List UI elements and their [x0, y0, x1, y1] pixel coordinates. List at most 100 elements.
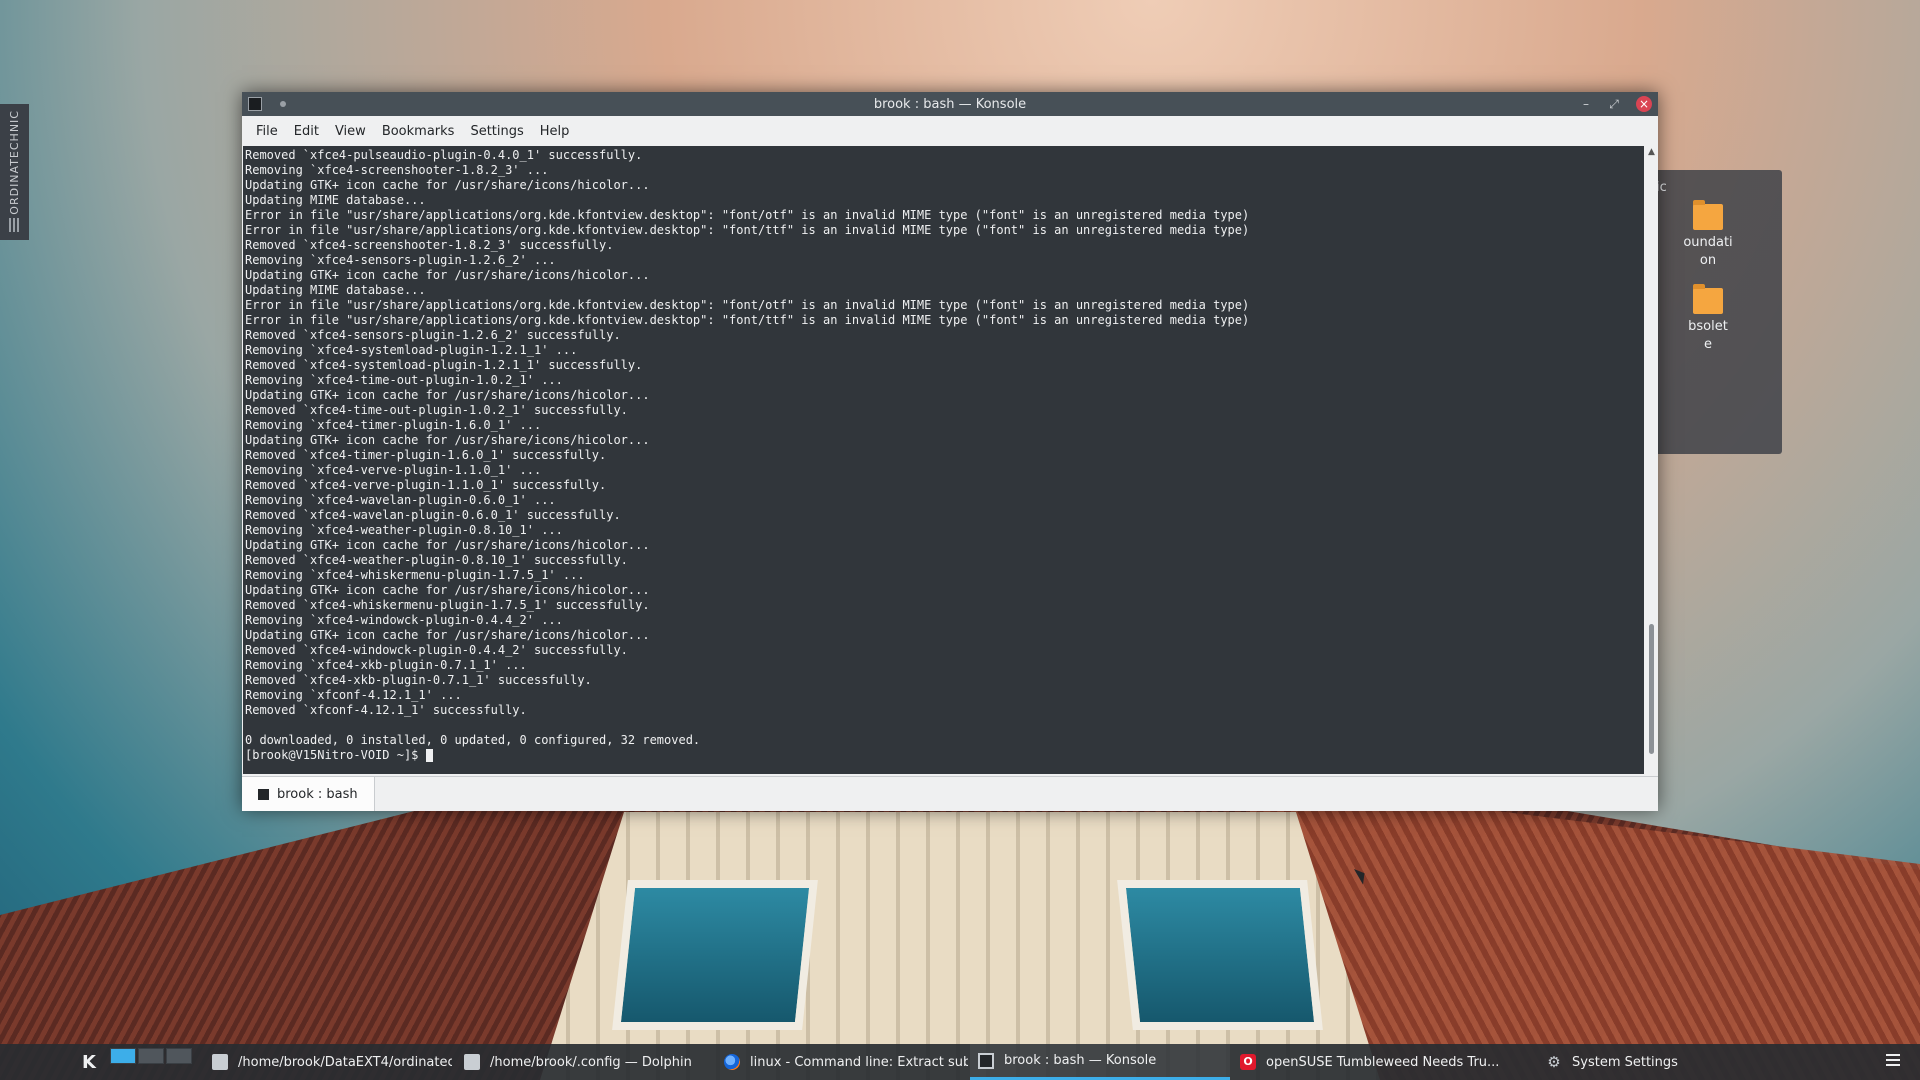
terminal-output[interactable]: Removed `xfce4-pulseaudio-plugin-0.4.0_1…	[243, 146, 1644, 774]
taskbar-task[interactable]: OopenSUSE Tumbleweed Needs Tru...	[1232, 1044, 1502, 1080]
terminal-line: Removing `xfce4-timer-plugin-1.6.0_1' ..…	[245, 418, 542, 432]
side-panel-tab[interactable]: ORDINATECHNIC	[0, 104, 29, 240]
folder-item[interactable]: bsolet e	[1658, 284, 1758, 354]
drag-handle-icon[interactable]	[8, 218, 21, 232]
terminal-line: Removed `xfce4-screenshooter-1.8.2_3' su…	[245, 238, 614, 252]
menu-help[interactable]: Help	[532, 124, 578, 139]
terminal-line: 0 downloaded, 0 installed, 0 updated, 0 …	[245, 733, 701, 747]
terminal-line: Removed `xfce4-xkb-plugin-0.7.1_1' succe…	[245, 673, 592, 687]
folder-icon	[1693, 200, 1723, 230]
menu-icon[interactable]	[1886, 1054, 1900, 1068]
terminal-line: Removed `xfce4-weather-plugin-0.8.10_1' …	[245, 553, 628, 567]
folder-label: on	[1699, 253, 1717, 268]
terminal-line: Error in file "usr/share/applications/or…	[245, 313, 1250, 327]
terminal-tab-icon	[258, 788, 269, 800]
terminal-line: Removed `xfce4-time-out-plugin-1.0.2_1' …	[245, 403, 628, 417]
terminal-line: Updating GTK+ icon cache for /usr/share/…	[245, 583, 650, 597]
terminal-line: Updating GTK+ icon cache for /usr/share/…	[245, 433, 650, 447]
tab-bar: brook : bash	[242, 776, 1658, 811]
taskbar-task-label: brook : bash — Konsole	[1004, 1053, 1157, 1068]
taskbar-task-label: openSUSE Tumbleweed Needs Tru...	[1266, 1054, 1500, 1070]
taskbar-task[interactable]: linux - Command line: Extract subs...	[716, 1044, 968, 1080]
terminal-line: Removed `xfce4-verve-plugin-1.1.0_1' suc…	[245, 478, 607, 492]
terminal-line: Removing `xfce4-sensors-plugin-1.2.6_2' …	[245, 253, 556, 267]
window-titlebar[interactable]: brook : bash — Konsole – ⤢ ×	[242, 92, 1658, 116]
scrollbar-thumb[interactable]	[1649, 624, 1654, 754]
terminal-icon	[978, 1052, 994, 1069]
terminal-line: Updating GTK+ icon cache for /usr/share/…	[245, 178, 650, 192]
terminal-line: Removing `xfce4-xkb-plugin-0.7.1_1' ...	[245, 658, 527, 672]
taskbar-task[interactable]: /home/brook/.config — Dolphin	[456, 1044, 706, 1080]
desktop-1[interactable]	[110, 1048, 136, 1064]
menu-edit[interactable]: Edit	[286, 124, 327, 139]
terminal-lines: Removed `xfce4-pulseaudio-plugin-0.4.0_1…	[243, 146, 1644, 763]
terminal-line: Removed `xfce4-timer-plugin-1.6.0_1' suc…	[245, 448, 607, 462]
terminal-app-icon[interactable]	[248, 97, 262, 111]
folder-item[interactable]: oundati on	[1658, 200, 1758, 270]
desktop-3[interactable]	[166, 1048, 192, 1064]
terminal-line: Updating GTK+ icon cache for /usr/share/…	[245, 628, 650, 642]
tab-brook-bash[interactable]: brook : bash	[242, 777, 375, 811]
side-panel-label: ORDINATECHNIC	[8, 110, 21, 215]
terminal-line: Removed `xfce4-windowck-plugin-0.4.4_2' …	[245, 643, 628, 657]
terminal-line: Updating GTK+ icon cache for /usr/share/…	[245, 388, 650, 402]
terminal-line: Removing `xfce4-screenshooter-1.8.2_3' .…	[245, 163, 549, 177]
terminal-line: Updating GTK+ icon cache for /usr/share/…	[245, 538, 650, 552]
taskbar: K /home/brook/DataEXT4/ordinatec... /home…	[0, 1044, 1920, 1080]
gear-icon: ⚙	[1547, 1053, 1561, 1071]
firefox-icon	[724, 1054, 740, 1070]
taskbar-task-label: /home/brook/DataEXT4/ordinatec...	[238, 1054, 452, 1070]
terminal-line: Error in file "usr/share/applications/or…	[245, 208, 1250, 222]
terminal-line: Removed `xfce4-systemload-plugin-1.2.1_1…	[245, 358, 643, 372]
folder-label: e	[1704, 337, 1712, 352]
tab-label: brook : bash	[277, 786, 358, 802]
terminal-line: Error in file "usr/share/applications/or…	[245, 298, 1250, 312]
terminal-line: Removing `xfce4-windowck-plugin-0.4.4_2'…	[245, 613, 563, 627]
window-title: brook : bash — Konsole	[873, 96, 1027, 112]
taskbar-task[interactable]: brook : bash — Konsole	[970, 1044, 1230, 1080]
pin-icon[interactable]	[280, 101, 286, 107]
close-button[interactable]: ×	[1636, 96, 1652, 112]
text-cursor	[425, 749, 433, 762]
taskbar-task[interactable]: ⚙ System Settings	[1538, 1044, 1738, 1080]
taskbar-task-label: /home/brook/.config — Dolphin	[490, 1054, 692, 1070]
terminal-line: Removing `xfce4-whiskermenu-plugin-1.7.5…	[245, 568, 585, 582]
desktop-2[interactable]	[138, 1048, 164, 1064]
terminal-line: Removed `xfce4-pulseaudio-plugin-0.4.0_1…	[245, 148, 643, 162]
menu-bar: File Edit View Bookmarks Settings Help	[242, 116, 1658, 146]
terminal-line: Removing `xfce4-weather-plugin-0.8.10_1'…	[245, 523, 563, 537]
terminal-line: Removing `xfce4-time-out-plugin-1.0.2_1'…	[245, 373, 563, 387]
taskbar-task-label: System Settings	[1572, 1054, 1678, 1070]
terminal-line: Removing `xfce4-wavelan-plugin-0.6.0_1' …	[245, 493, 556, 507]
desktop-folder-view: ic oundati on bsolet e	[1648, 170, 1782, 454]
maximize-button[interactable]: ⤢	[1606, 96, 1622, 112]
taskbar-task[interactable]: /home/brook/DataEXT4/ordinatec...	[204, 1044, 452, 1080]
menu-bookmarks[interactable]: Bookmarks	[374, 124, 463, 139]
wallpaper-window-right	[1117, 880, 1323, 1030]
folder-icon	[1693, 284, 1723, 314]
folder-label: oundati	[1683, 235, 1733, 250]
opera-icon: O	[1240, 1054, 1256, 1070]
menu-view[interactable]: View	[327, 124, 374, 139]
terminal-line: Removed `xfconf-4.12.1_1' successfully.	[245, 703, 527, 717]
terminal-line: Updating MIME database...	[245, 193, 426, 207]
menu-settings[interactable]: Settings	[462, 124, 531, 139]
scroll-up-icon[interactable]: ▲	[1645, 146, 1658, 158]
wallpaper-window-left	[612, 880, 818, 1030]
terminal-line: Removing `xfconf-4.12.1_1' ...	[245, 688, 462, 702]
vertical-scrollbar[interactable]: ▲	[1645, 146, 1658, 774]
terminal-line: Updating MIME database...	[245, 283, 426, 297]
menu-file[interactable]: File	[248, 124, 286, 139]
file-manager-icon	[212, 1054, 228, 1070]
terminal-line: Removing `xfce4-verve-plugin-1.1.0_1' ..…	[245, 463, 542, 477]
terminal-prompt-line[interactable]: [brook@V15Nitro-VOID ~]$	[245, 748, 1644, 763]
terminal-line: Updating GTK+ icon cache for /usr/share/…	[245, 268, 650, 282]
terminal-line: Error in file "usr/share/applications/or…	[245, 223, 1250, 237]
terminal-line: Removed `xfce4-sensors-plugin-1.2.6_2' s…	[245, 328, 621, 342]
minimize-button[interactable]: –	[1578, 96, 1594, 112]
virtual-desktop-pager[interactable]	[110, 1048, 192, 1064]
terminal-line: Removing `xfce4-systemload-plugin-1.2.1_…	[245, 343, 578, 357]
app-launcher-icon[interactable]: K	[78, 1052, 100, 1074]
terminal-prompt: [brook@V15Nitro-VOID ~]$	[245, 748, 426, 762]
